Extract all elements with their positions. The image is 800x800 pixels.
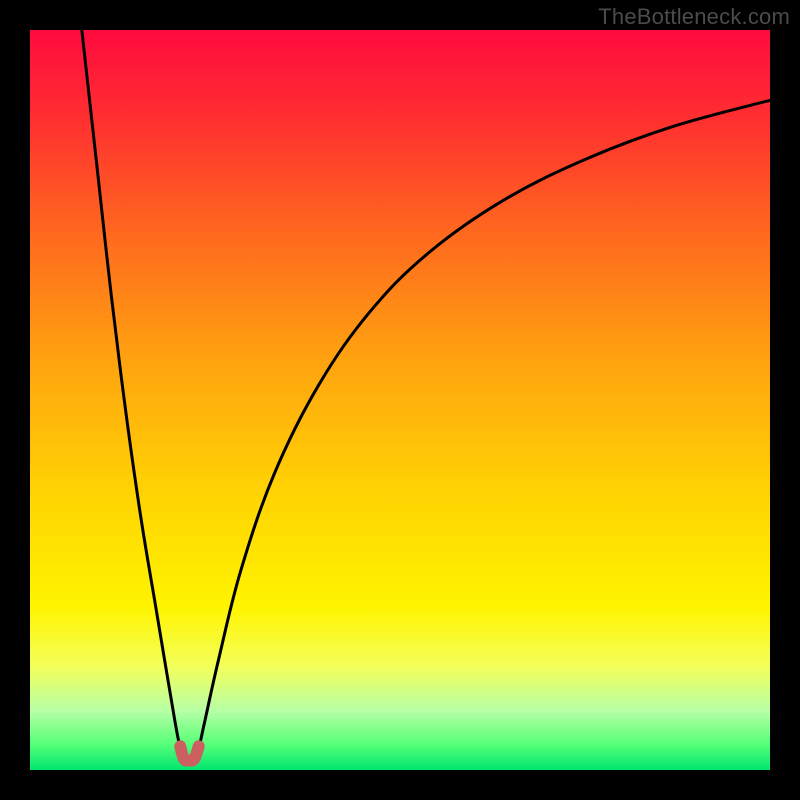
chart-frame: TheBottleneck.com xyxy=(0,0,800,800)
chart-svg xyxy=(30,30,770,770)
watermark-label: TheBottleneck.com xyxy=(598,4,790,30)
chart-plot-area xyxy=(30,30,770,770)
chart-background xyxy=(30,30,770,770)
